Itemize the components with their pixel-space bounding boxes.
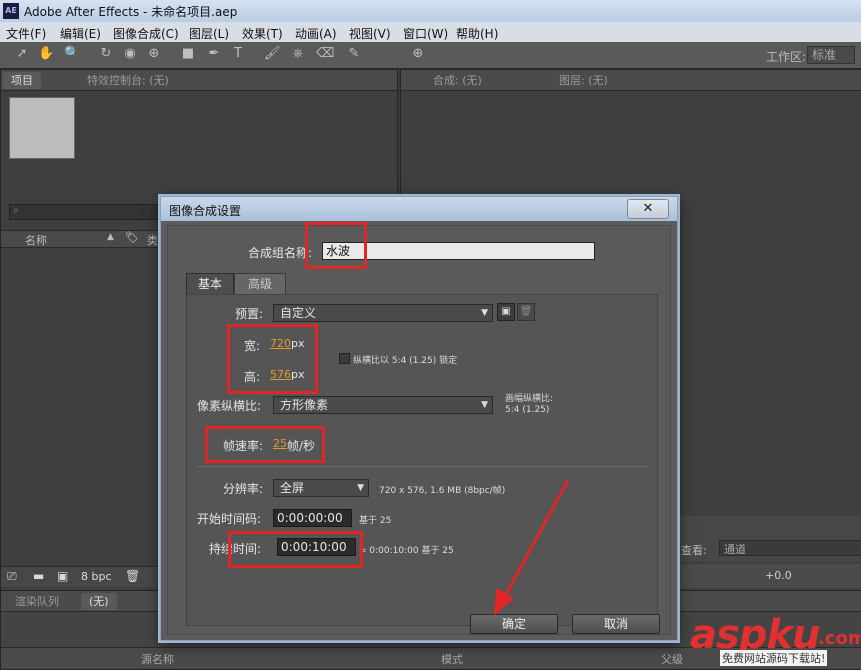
frame-aspect-value: 5:4 (1.25) [505, 405, 550, 415]
label-tag-icon[interactable]: 🏷 [125, 231, 139, 244]
menu-edit[interactable]: 编辑(E) [60, 25, 101, 42]
tab-project[interactable]: 项目 [3, 72, 41, 89]
tab-layer[interactable]: 图层: (无) [551, 72, 616, 89]
menu-file[interactable]: 文件(F) [6, 25, 46, 42]
resolution-select[interactable]: 全屏 ▼ [273, 479, 369, 497]
menu-window[interactable]: 窗口(W) [403, 25, 448, 42]
pixel-aspect-select[interactable]: 方形像素 ▼ [273, 396, 493, 414]
project-search-input[interactable]: ⌕ [9, 204, 161, 220]
lock-aspect-checkbox[interactable] [339, 353, 350, 364]
thumbnail [9, 97, 75, 159]
column-parent[interactable]: 父级 [661, 651, 683, 667]
basic-tab-content: 预置: 自定义 ▼ ▣ 🗑 宽: 720 px 高: 576 px 纵横比以 5… [186, 294, 658, 626]
lock-aspect-label: 纵横比以 5:4 (1.25) 锁定 [353, 356, 458, 366]
camera-tool-icon[interactable]: ◉ [122, 46, 138, 62]
tab-composition[interactable]: 合成: (无) [425, 72, 490, 89]
tab-basic[interactable]: 基本 [186, 273, 234, 294]
zoom-tool-icon[interactable]: 🔍 [64, 46, 80, 62]
sort-up-icon[interactable]: ▲ [107, 232, 114, 242]
exposure-value[interactable]: +0.0 [765, 569, 792, 582]
watermark-subtitle: 免费网站源码下载站! [720, 650, 828, 666]
tab-render-queue[interactable]: 渲染队列 [7, 593, 67, 610]
text-tool-icon[interactable]: T [230, 46, 246, 62]
selection-tool-icon[interactable]: ➚ [14, 46, 30, 62]
after-effects-logo: AE [3, 3, 19, 19]
menu-layer[interactable]: 图层(L) [189, 25, 229, 42]
pan-behind-tool-icon[interactable]: ⊕ [146, 46, 162, 62]
preset-label: 预置: [235, 307, 264, 321]
menu-composition[interactable]: 图像合成(C) [113, 25, 179, 42]
dialog-body: 合成组名称: 水波 基本 高级 预置: 自定义 ▼ ▣ 🗑 宽: 720 px … [167, 222, 671, 635]
tab-timeline[interactable]: (无) [81, 593, 117, 610]
puppet-pin-tool-icon[interactable]: ✎ [346, 46, 362, 62]
preset-select[interactable]: 自定义 ▼ [273, 304, 493, 322]
rotate-tool-icon[interactable]: ↻ [98, 46, 114, 62]
comp-name-label: 合成组名称: [248, 246, 313, 260]
window-title: Adobe After Effects - 未命名项目.aep [24, 5, 238, 19]
bpc-indicator[interactable]: 8 bpc [81, 570, 112, 583]
column-type[interactable]: 类 [147, 232, 158, 248]
column-mode[interactable]: 模式 [441, 651, 463, 667]
highlight-duration [228, 531, 363, 568]
frame-aspect-label: 画幅纵横比: [505, 394, 554, 404]
start-timecode-input[interactable]: 0:00:00:00 [273, 509, 352, 527]
column-name[interactable]: 名称 [25, 232, 47, 248]
arrow-annotation [494, 479, 570, 616]
save-preset-icon[interactable]: ▣ [497, 303, 515, 321]
window-title-bar: AE Adobe After Effects - 未命名项目.aep [0, 0, 861, 22]
duration-info: = 0:00:10:00 基于 25 [359, 546, 454, 556]
highlight-dimensions [227, 324, 318, 394]
cancel-button[interactable]: 取消 [572, 614, 660, 634]
project-footer: ⎚ ▬ ▣ 8 bpc 🗑 [1, 566, 161, 587]
highlight-comp-name [305, 222, 367, 269]
column-source-name[interactable]: 源名称 [141, 651, 174, 667]
start-timecode-label: 开始时间码: [197, 512, 262, 526]
pixel-aspect-label: 像素纵横比: [197, 399, 262, 413]
highlight-frame-rate [205, 426, 325, 463]
resolution-value: 全屏 [280, 481, 305, 495]
composition-panel-tabs: 合成: (无) 图层: (无) [401, 70, 861, 91]
start-timecode-base: 基于 25 [359, 516, 392, 526]
clone-stamp-tool-icon[interactable]: ⎈ [290, 46, 306, 62]
resolution-label: 分辨率: [223, 482, 264, 496]
hand-tool-icon[interactable]: ✋ [38, 46, 54, 62]
workspace-select[interactable]: 标准 [807, 46, 855, 64]
axis-mode-icon[interactable]: ⊕ [410, 46, 426, 62]
tab-effect-controls[interactable]: 特效控制台: (无) [79, 72, 177, 89]
menu-help[interactable]: 帮助(H) [456, 25, 498, 42]
rectangle-tool-icon[interactable]: ■ [180, 46, 196, 62]
pixel-aspect-value: 方形像素 [280, 398, 329, 412]
dialog-title: 图像合成设置 [169, 204, 242, 218]
menu-animation[interactable]: 动画(A) [295, 25, 337, 42]
new-folder-icon[interactable]: ▬ [33, 569, 44, 583]
preset-value: 自定义 [280, 306, 317, 320]
trash-icon[interactable]: 🗑 [125, 569, 140, 583]
watermark-tld: .com [818, 628, 861, 649]
chevron-down-icon: ▼ [357, 483, 364, 493]
menu-effect[interactable]: 效果(T) [242, 25, 283, 42]
chevron-down-icon: ▼ [481, 400, 488, 410]
brush-tool-icon[interactable]: 🖌 [264, 46, 281, 62]
project-panel-tabs: 项目 特效控制台: (无) [1, 70, 397, 91]
pen-tool-icon[interactable]: ✒ [206, 46, 222, 62]
workspace-label: 工作区: [765, 50, 806, 64]
tools-panel: ➚ ✋ 🔍 ↻ ◉ ⊕ ■ ✒ T 🖌 ⎈ ⌫ ✎ ⊕ 工作区: 标准 [0, 42, 861, 69]
composition-settings-dialog: 图像合成设置 ✕ 合成组名称: 水波 基本 高级 预置: 自定义 ▼ ▣ 🗑 宽… [160, 196, 678, 641]
new-composition-icon[interactable]: ▣ [57, 569, 68, 583]
tab-advanced[interactable]: 高级 [234, 273, 286, 295]
menu-bar: 文件(F) 编辑(E) 图像合成(C) 图层(L) 效果(T) 动画(A) 视图… [0, 22, 861, 42]
menu-view[interactable]: 视图(V) [349, 25, 391, 42]
view-label: 查看: [681, 544, 707, 557]
interpret-footage-icon[interactable]: ⎚ [7, 569, 17, 584]
delete-preset-icon[interactable]: 🗑 [517, 303, 535, 321]
divider [197, 466, 647, 467]
view-select[interactable]: 通道 [719, 540, 861, 556]
dialog-title-bar: 图像合成设置 ✕ [161, 197, 677, 221]
eraser-tool-icon[interactable]: ⌫ [316, 46, 334, 62]
chevron-down-icon: ▼ [481, 308, 488, 318]
close-button[interactable]: ✕ [627, 199, 669, 219]
